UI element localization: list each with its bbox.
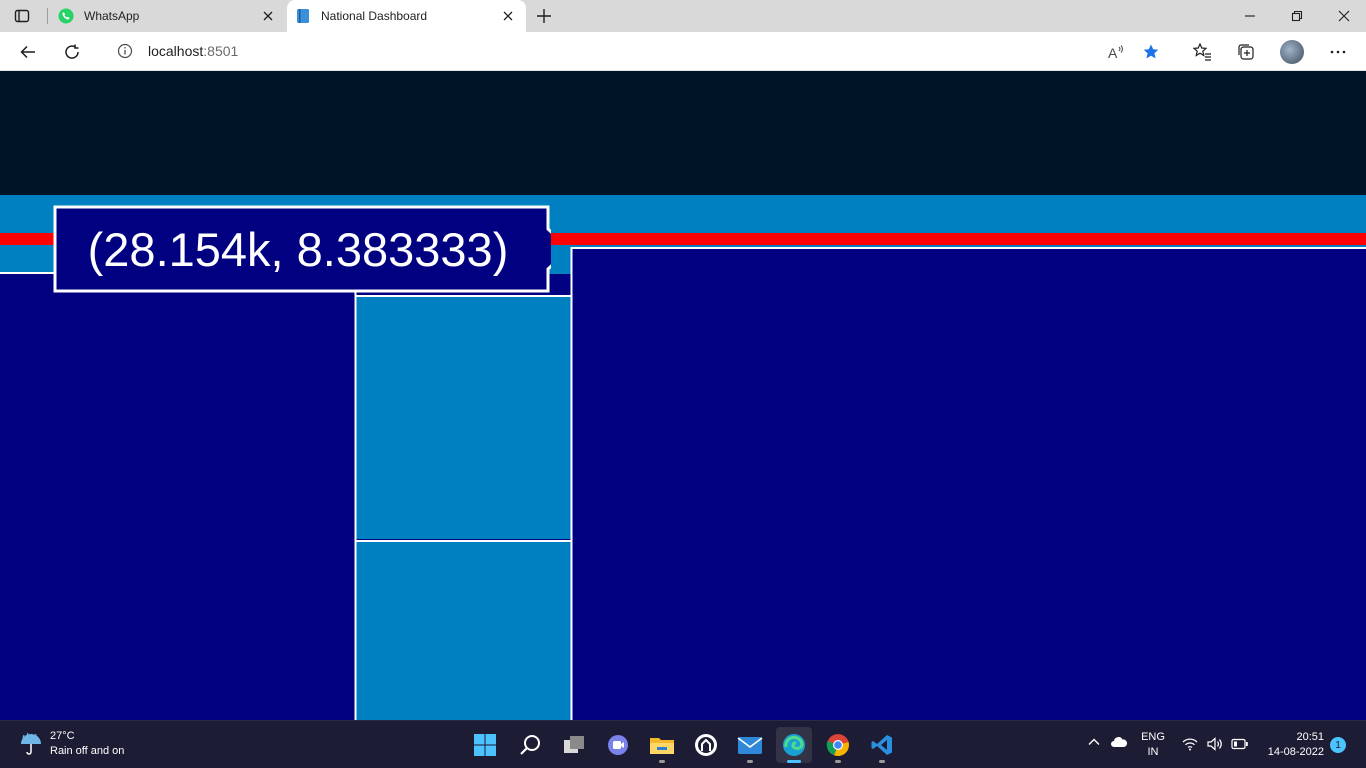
tab-national-dashboard[interactable]: National Dashboard (287, 0, 526, 32)
github-icon[interactable] (688, 727, 724, 763)
treemap-tile-large-right[interactable] (572, 249, 1366, 720)
collections-icon[interactable] (1236, 42, 1256, 62)
wifi-icon[interactable] (1182, 737, 1198, 754)
running-indicator (659, 760, 665, 763)
chevron-up-icon[interactable] (1087, 735, 1101, 752)
favorites-icon[interactable] (1192, 42, 1212, 62)
url-port: :8501 (203, 43, 239, 59)
read-aloud-icon[interactable]: A (1106, 42, 1126, 62)
new-tab-icon[interactable] (535, 7, 553, 25)
windows-start-icon[interactable] (467, 727, 503, 763)
whatsapp-icon (58, 8, 74, 24)
notification-badge[interactable]: 1 (1330, 737, 1346, 753)
teams-chat-icon[interactable] (600, 727, 636, 763)
language-line1: ENG (1141, 731, 1165, 743)
battery-icon[interactable] (1231, 738, 1249, 753)
refresh-icon[interactable] (62, 42, 82, 62)
tab-title: WhatsApp (84, 9, 140, 23)
weather-condition: Rain off and on (50, 745, 125, 757)
hover-tooltip: (28.154k, 8.383333) (53, 205, 551, 293)
clock-time: 20:51 (1296, 731, 1324, 743)
running-indicator (747, 760, 753, 763)
treemap-tile-middle-lower[interactable] (356, 542, 571, 720)
onedrive-cloud-icon[interactable] (1110, 735, 1128, 752)
book-icon (295, 8, 311, 24)
url-host: localhost (148, 43, 204, 59)
clock-date: 14-08-2022 (1267, 746, 1324, 758)
address-bar[interactable]: localhost:8501 (100, 36, 1172, 66)
restore-icon[interactable] (1289, 8, 1305, 24)
task-view-icon[interactable] (556, 727, 592, 763)
windows-taskbar: 27°C Rain off and on ENG IN 20:51 14-08-… (0, 720, 1366, 768)
profile-avatar[interactable] (1280, 40, 1304, 64)
edge-icon[interactable] (776, 727, 812, 763)
back-icon[interactable] (18, 42, 38, 62)
close-icon[interactable] (500, 8, 516, 24)
running-indicator (835, 760, 841, 763)
volume-icon[interactable] (1207, 737, 1223, 754)
file-explorer-icon[interactable] (644, 727, 680, 763)
tab-whatsapp[interactable]: WhatsApp (50, 0, 286, 32)
chrome-icon[interactable] (820, 727, 856, 763)
vscode-icon[interactable] (864, 727, 900, 763)
url-text: localhost:8501 (148, 43, 238, 59)
active-indicator (787, 760, 801, 763)
browser-toolbar: localhost:8501 A (0, 32, 1366, 71)
weather-widget[interactable]: 27°C Rain off and on (18, 729, 124, 759)
minimize-icon[interactable] (1242, 8, 1258, 24)
browser-tab-bar: WhatsApp National Dashboard (0, 0, 1366, 32)
rain-umbrella-icon (18, 731, 44, 757)
search-icon[interactable] (512, 727, 548, 763)
close-icon[interactable] (260, 8, 276, 24)
language-line2: IN (1147, 746, 1159, 758)
treemap-tile-middle-upper[interactable] (356, 297, 571, 539)
svg-text:A: A (1108, 45, 1118, 61)
more-options-icon[interactable] (1328, 42, 1348, 62)
favorite-star-icon[interactable] (1141, 42, 1161, 62)
tab-separator (47, 8, 48, 24)
clock[interactable]: 20:51 14-08-2022 (1260, 730, 1324, 760)
running-indicator (879, 760, 885, 763)
mail-icon[interactable] (732, 727, 768, 763)
tooltip-text: (28.154k, 8.383333) (87, 222, 509, 276)
language-indicator[interactable]: ENG IN (1140, 730, 1166, 760)
dashboard-page: (28.154k, 8.383333) (0, 71, 1366, 720)
weather-temp: 27°C (50, 730, 75, 742)
treemap-tile-large-left[interactable] (0, 274, 355, 720)
tab-actions-icon[interactable] (14, 8, 30, 24)
close-window-icon[interactable] (1336, 8, 1352, 24)
tab-title: National Dashboard (321, 9, 428, 23)
treemap-chart (0, 195, 1366, 720)
info-icon[interactable] (117, 43, 133, 59)
